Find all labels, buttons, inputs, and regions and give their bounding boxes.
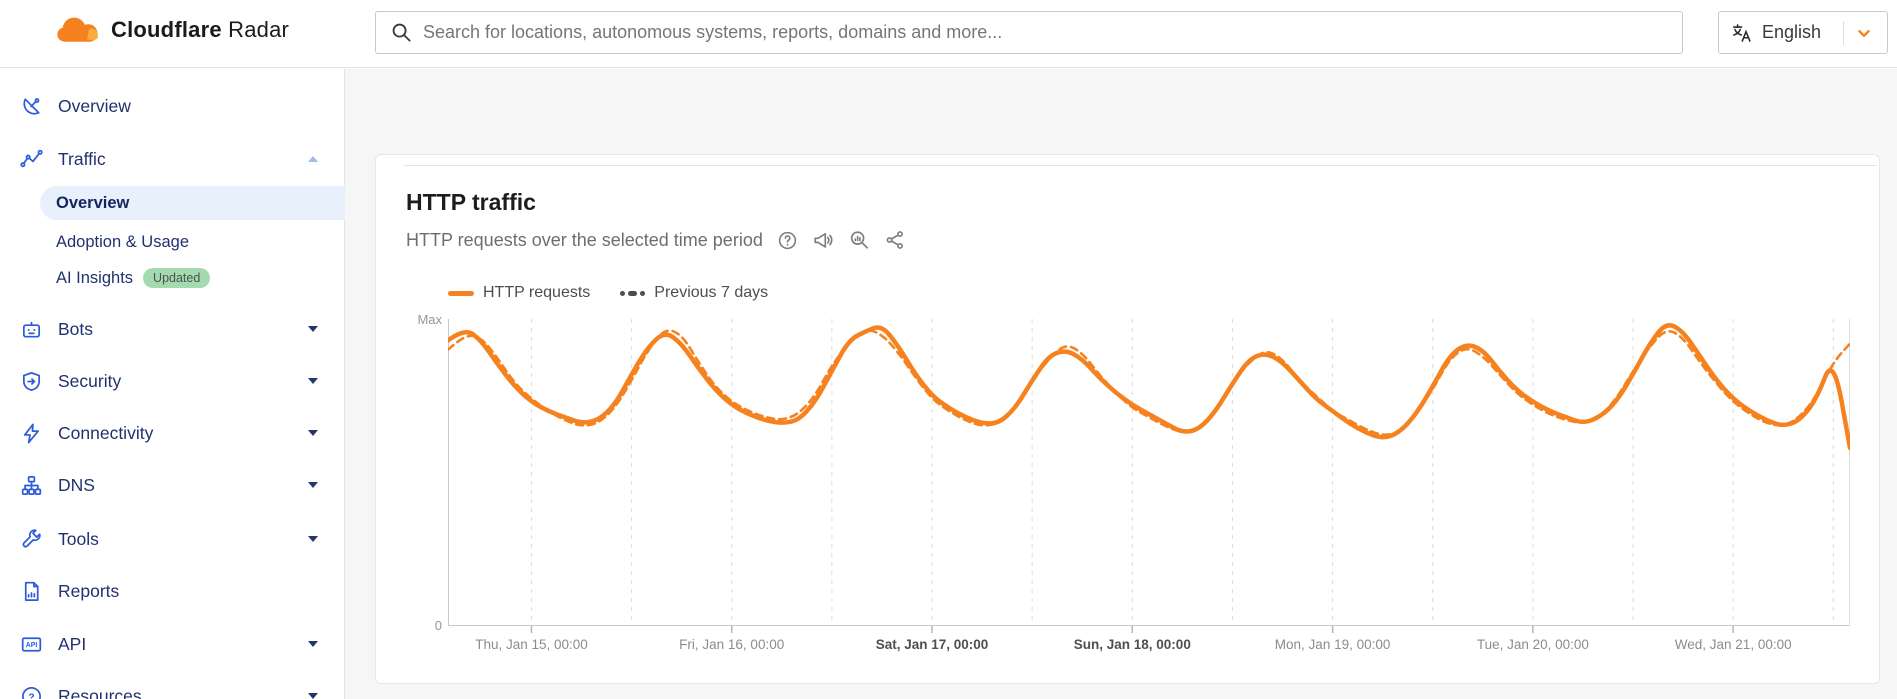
chevron-down-icon xyxy=(308,430,318,436)
http-traffic-chart xyxy=(448,319,1850,635)
sidebar-item-api[interactable]: API API xyxy=(0,625,344,663)
divider xyxy=(1843,21,1844,45)
search-icon xyxy=(390,21,413,44)
main-content: Traffic Worldwide Last 7 days HTTP traff… xyxy=(345,69,1897,699)
legend-label: HTTP requests xyxy=(483,284,590,302)
http-traffic-card: HTTP traffic HTTP requests over the sele… xyxy=(375,154,1880,684)
sidebar-subitem-adoption-usage[interactable]: Adoption & Usage xyxy=(0,226,344,258)
x-axis-label: Tue, Jan 20, 00:00 xyxy=(1453,637,1613,652)
x-axis-label: Mon, Jan 19, 00:00 xyxy=(1253,637,1413,652)
sidebar-item-security[interactable]: Security xyxy=(0,362,344,400)
sidebar-item-label: Resources xyxy=(58,686,142,699)
chart-subtitle-row: HTTP requests over the selected time per… xyxy=(406,229,906,251)
sidebar-subitem-label: Overview xyxy=(56,194,129,213)
x-axis-label: Sat, Jan 17, 00:00 xyxy=(852,637,1012,652)
svg-text:API: API xyxy=(26,642,38,649)
x-axis-label: Fri, Jan 16, 00:00 xyxy=(652,637,812,652)
chart-legend: HTTP requests Previous 7 days xyxy=(448,284,768,302)
dashed-line-swatch xyxy=(620,291,645,296)
language-selector[interactable]: English xyxy=(1718,11,1888,54)
sidebar-item-label: DNS xyxy=(58,475,95,496)
x-axis-label: Sun, Jan 18, 00:00 xyxy=(1052,637,1212,652)
chevron-down-icon xyxy=(308,482,318,488)
megaphone-icon xyxy=(812,229,834,251)
sidebar-item-connectivity[interactable]: Connectivity xyxy=(0,414,344,452)
x-axis-label: Thu, Jan 15, 00:00 xyxy=(452,637,612,652)
sidebar-item-traffic[interactable]: Traffic xyxy=(0,140,344,178)
radar-dish-icon xyxy=(20,95,43,118)
explore-data-button[interactable] xyxy=(848,229,870,251)
hierarchy-icon xyxy=(20,474,43,497)
x-axis-label: Wed, Jan 21, 00:00 xyxy=(1653,637,1813,652)
legend-item-previous-7-days: Previous 7 days xyxy=(620,284,768,302)
global-search xyxy=(375,11,1683,54)
search-input[interactable] xyxy=(423,22,1668,43)
sidebar-item-label: API xyxy=(58,634,86,655)
chart-title: HTTP traffic xyxy=(406,189,536,216)
top-header: Cloudflare Radar English xyxy=(0,0,1897,68)
sidebar-item-tools[interactable]: Tools xyxy=(0,520,344,558)
solid-line-swatch xyxy=(448,291,474,296)
sidebar-item-bots[interactable]: Bots xyxy=(0,310,344,348)
sidebar-item-label: Connectivity xyxy=(58,423,153,444)
wrench-icon xyxy=(20,528,43,551)
sidebar-item-label: Bots xyxy=(58,319,93,340)
language-label: English xyxy=(1762,22,1821,43)
legend-item-http-requests: HTTP requests xyxy=(448,284,590,302)
api-icon: API xyxy=(20,633,43,656)
sidebar-subitem-label: AI Insights xyxy=(56,269,133,288)
sidebar-item-reports[interactable]: Reports xyxy=(0,572,344,610)
lightning-icon xyxy=(20,422,43,445)
chevron-down-icon xyxy=(308,693,318,699)
sidebar-item-label: Tools xyxy=(58,529,99,550)
sidebar-item-label: Security xyxy=(58,371,121,392)
sidebar-item-dns[interactable]: DNS xyxy=(0,466,344,504)
sidebar-item-label: Reports xyxy=(58,581,119,602)
brand-text: Cloudflare Radar xyxy=(111,17,289,43)
chevron-down-icon xyxy=(308,536,318,542)
sidebar-subitem-overview-active[interactable]: Overview xyxy=(40,186,345,220)
chevron-down-icon xyxy=(308,641,318,647)
sidebar-subitem-ai-insights[interactable]: AI Insights Updated xyxy=(0,262,344,294)
share-icon xyxy=(884,229,906,251)
card-top-divider xyxy=(404,165,1877,166)
y-axis-zero-label: 0 xyxy=(384,618,442,633)
sidebar-item-resources[interactable]: ? Resources xyxy=(0,677,344,699)
chevron-down-icon xyxy=(308,326,318,332)
magnifier-chart-icon xyxy=(848,229,870,251)
report-document-icon xyxy=(20,580,43,603)
y-axis-max-label: Max xyxy=(384,312,442,327)
sidebar-item-overview[interactable]: Overview xyxy=(0,87,344,125)
question-circle-icon: ? xyxy=(20,685,43,699)
svg-text:?: ? xyxy=(28,691,34,699)
traffic-chart-icon xyxy=(20,148,43,171)
cloudflare-radar-logo[interactable]: Cloudflare Radar xyxy=(55,14,289,45)
share-button[interactable] xyxy=(884,229,906,251)
chart-subtitle: HTTP requests over the selected time per… xyxy=(406,230,763,251)
translate-icon xyxy=(1731,22,1753,44)
announcement-button[interactable] xyxy=(812,229,834,251)
chevron-down-icon xyxy=(1853,22,1875,44)
sidebar-subitem-label: Adoption & Usage xyxy=(56,233,189,252)
sidebar-item-label: Traffic xyxy=(58,149,106,170)
sidebar-nav: Overview Traffic Overview Adoption & Usa… xyxy=(0,69,345,699)
shield-icon xyxy=(20,370,43,393)
legend-label: Previous 7 days xyxy=(654,284,768,302)
sidebar-item-label: Overview xyxy=(58,96,131,117)
chevron-up-icon xyxy=(308,156,318,162)
x-axis-labels: Thu, Jan 15, 00:00 Fri, Jan 16, 00:00 Sat,… xyxy=(448,637,1850,657)
robot-icon xyxy=(20,318,43,341)
cloudflare-radar-app: Cloudflare Radar English Overview xyxy=(0,0,1897,699)
question-circle-icon xyxy=(777,230,798,251)
updated-badge: Updated xyxy=(143,268,210,288)
chart-plot-svg xyxy=(448,319,1850,635)
cloudflare-cloud-icon xyxy=(55,14,101,45)
help-button[interactable] xyxy=(777,230,798,251)
chevron-down-icon xyxy=(308,378,318,384)
